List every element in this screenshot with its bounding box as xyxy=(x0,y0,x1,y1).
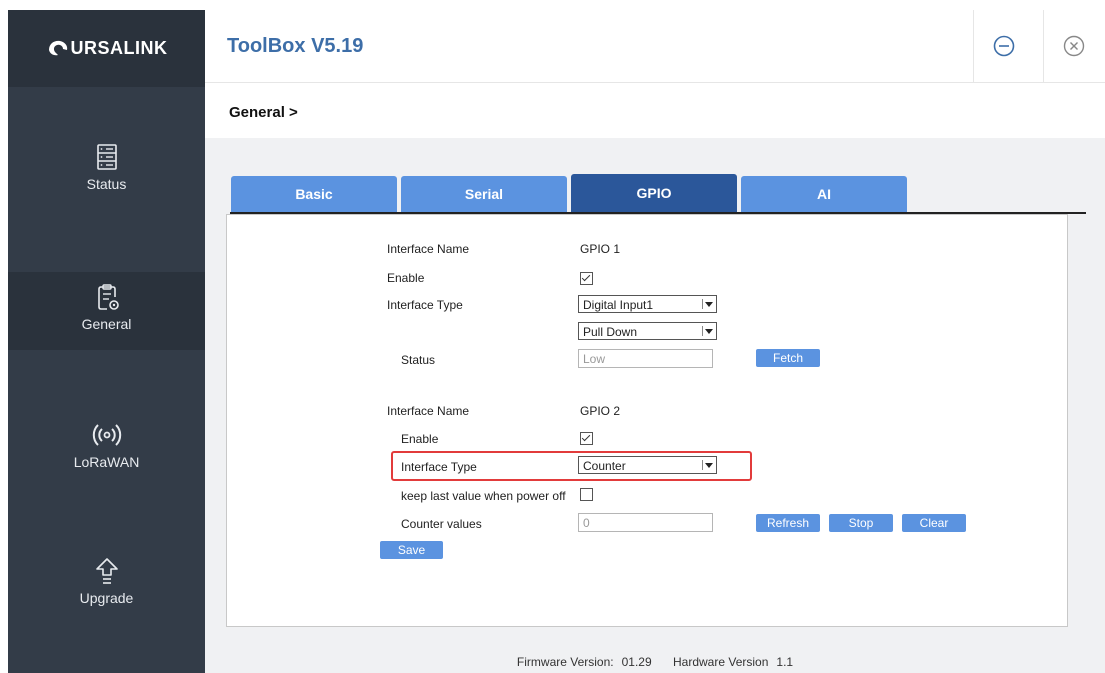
firmware-value: 01.29 xyxy=(621,655,652,669)
hardware-value: 1.1 xyxy=(776,655,794,669)
gpio2-enable-label: Enable xyxy=(401,432,439,446)
sidebar-item-label: Upgrade xyxy=(79,590,134,606)
chevron-down-icon xyxy=(702,326,713,336)
brand-name: URSALINK xyxy=(70,38,168,58)
gpio2-enable-checkbox[interactable] xyxy=(580,432,593,445)
title-bar: ToolBox V5.19 xyxy=(205,10,1105,83)
refresh-button[interactable]: Refresh xyxy=(756,514,820,532)
gpio2-interface-type-value: Counter xyxy=(583,459,626,473)
tab-gpio[interactable]: GPIO xyxy=(571,174,737,212)
save-button[interactable]: Save xyxy=(380,541,443,559)
footer: Firmware Version: 01.29 Hardware Version 1… xyxy=(205,655,1105,673)
chevron-down-icon xyxy=(702,460,713,470)
gpio1-status-field[interactable]: Low xyxy=(578,349,713,368)
gpio2-counter-field[interactable]: 0 xyxy=(578,513,713,532)
gpio2-interface-type-select[interactable]: Counter xyxy=(578,456,717,474)
gpio1-enable-checkbox[interactable] xyxy=(580,272,593,285)
chevron-down-icon xyxy=(702,299,713,309)
sidebar-item-label: Status xyxy=(86,176,127,192)
sidebar: URSALINK Status General LoRaWAN Upgrade xyxy=(8,10,205,673)
gpio1-interface-name-value: GPIO 1 xyxy=(580,242,621,256)
minimize-button[interactable] xyxy=(973,10,1034,82)
x-circle-icon xyxy=(1063,35,1085,57)
gpio1-status-label: Status xyxy=(401,353,436,367)
hardware-label: Hardware Version xyxy=(673,655,769,669)
server-icon xyxy=(96,144,117,170)
gpio2-counter-label: Counter values xyxy=(401,517,482,531)
stop-button[interactable]: Stop xyxy=(829,514,893,532)
clipboard-gear-icon xyxy=(97,284,119,310)
gpio2-keep-last-label: keep last value when power off xyxy=(401,489,566,503)
breadcrumb-bar: General > xyxy=(205,83,1105,138)
gpio1-pull-value: Pull Down xyxy=(583,325,638,339)
tab-ai[interactable]: AI xyxy=(741,176,907,212)
sidebar-item-status[interactable]: Status xyxy=(8,142,205,220)
sidebar-item-upgrade[interactable]: Upgrade xyxy=(8,556,205,634)
gpio2-interface-name-value: GPIO 2 xyxy=(580,404,621,418)
breadcrumb: General > xyxy=(229,104,298,121)
sidebar-item-lorawan[interactable]: LoRaWAN xyxy=(8,420,205,498)
gpio1-pull-select[interactable]: Pull Down xyxy=(578,322,717,340)
tab-basic[interactable]: Basic xyxy=(231,176,397,212)
wireless-icon xyxy=(92,424,121,446)
gpio-panel xyxy=(226,214,1068,627)
close-button[interactable] xyxy=(1043,10,1104,82)
sidebar-item-label: General xyxy=(81,316,132,332)
gpio1-interface-type-value: Digital Input1 xyxy=(583,298,654,312)
clear-button[interactable]: Clear xyxy=(902,514,966,532)
gpio1-interface-type-label: Interface Type xyxy=(387,298,463,312)
app-title: ToolBox V5.19 xyxy=(227,35,364,57)
gpio2-interface-name-label: Interface Name xyxy=(387,404,470,418)
sidebar-item-label: LoRaWAN xyxy=(73,454,140,470)
firmware-label: Firmware Version: xyxy=(516,655,614,669)
gpio2-keep-last-checkbox[interactable] xyxy=(580,488,593,501)
gpio1-interface-name-label: Interface Name xyxy=(387,242,470,256)
tab-serial[interactable]: Serial xyxy=(401,176,567,212)
gpio2-interface-type-label: Interface Type xyxy=(401,460,477,474)
sidebar-item-general[interactable]: General xyxy=(8,272,205,350)
gpio1-enable-label: Enable xyxy=(387,271,425,285)
bear-logo-icon xyxy=(48,40,67,55)
logo: URSALINK xyxy=(8,10,205,87)
fetch-button[interactable]: Fetch xyxy=(756,349,820,367)
minus-circle-icon xyxy=(993,35,1015,57)
upload-arrow-icon xyxy=(95,558,118,584)
gpio1-interface-type-select[interactable]: Digital Input1 xyxy=(578,295,717,313)
